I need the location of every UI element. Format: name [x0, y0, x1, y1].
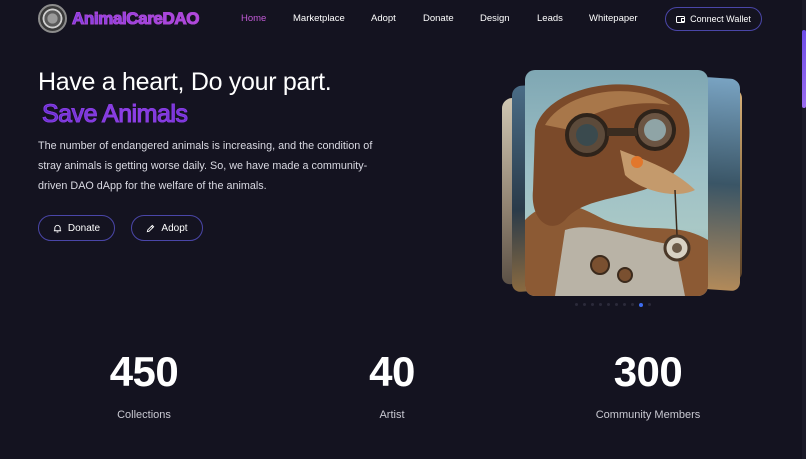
adopt-button[interactable]: Adopt — [131, 215, 203, 241]
stat-label: Community Members — [595, 409, 701, 421]
carousel-dot[interactable] — [591, 303, 594, 306]
nav-item-whitepaper[interactable]: Whitepaper — [589, 13, 638, 24]
carousel-dot[interactable] — [648, 303, 651, 306]
stat-value: 40 — [369, 348, 415, 395]
carousel-dot[interactable] — [623, 303, 626, 306]
stat-collections: 450 Collections — [44, 348, 244, 422]
carousel-dot[interactable] — [631, 303, 634, 306]
wallet-icon — [676, 15, 686, 23]
nav-item-marketplace[interactable]: Marketplace — [293, 13, 345, 24]
carousel-dot[interactable] — [607, 303, 610, 306]
hero-headline: Have a heart, Do your part. — [38, 68, 332, 96]
carousel-dot[interactable] — [615, 303, 618, 306]
scrollbar-thumb[interactable] — [802, 30, 806, 108]
donate-button-label: Donate — [67, 222, 101, 234]
nav-item-design[interactable]: Design — [480, 13, 510, 24]
carousel-dot[interactable] — [599, 303, 602, 306]
carousel-dot[interactable] — [583, 303, 586, 306]
top-nav: AnimalCareDAO Home Marketplace Adopt Don… — [0, 0, 806, 38]
stat-community-members: 300 Community Members — [548, 348, 748, 422]
stat-value: 450 — [109, 348, 179, 395]
nav-item-donate[interactable]: Donate — [423, 13, 454, 24]
carousel-dot[interactable] — [575, 303, 578, 306]
connect-wallet-button[interactable]: Connect Wallet — [665, 7, 762, 31]
nav-item-adopt[interactable]: Adopt — [371, 13, 396, 24]
bell-icon — [53, 224, 61, 233]
hero-highlight: Save Animals — [41, 100, 188, 129]
pencil-icon — [147, 224, 155, 232]
stat-artist: 40 Artist — [292, 348, 492, 422]
brand-name: AnimalCareDAO — [71, 8, 200, 28]
nft-artwork-image — [525, 84, 708, 296]
carousel-dot-active[interactable] — [639, 302, 643, 307]
logo-icon — [38, 4, 67, 33]
carousel-pagination — [575, 302, 651, 307]
adopt-button-label: Adopt — [161, 222, 188, 234]
stat-label: Collections — [117, 409, 171, 421]
stat-label: Artist — [379, 409, 405, 421]
nav-item-home[interactable]: Home — [241, 13, 266, 24]
donate-button[interactable]: Donate — [38, 215, 115, 241]
carousel-card-active[interactable] — [525, 70, 708, 296]
stat-value: 300 — [613, 348, 683, 395]
brand-logo[interactable]: AnimalCareDAO — [38, 4, 200, 33]
connect-wallet-label: Connect Wallet — [690, 14, 751, 24]
hero-description: The number of endangered animals is incr… — [38, 140, 373, 192]
nav-item-leads[interactable]: Leads — [537, 13, 563, 24]
